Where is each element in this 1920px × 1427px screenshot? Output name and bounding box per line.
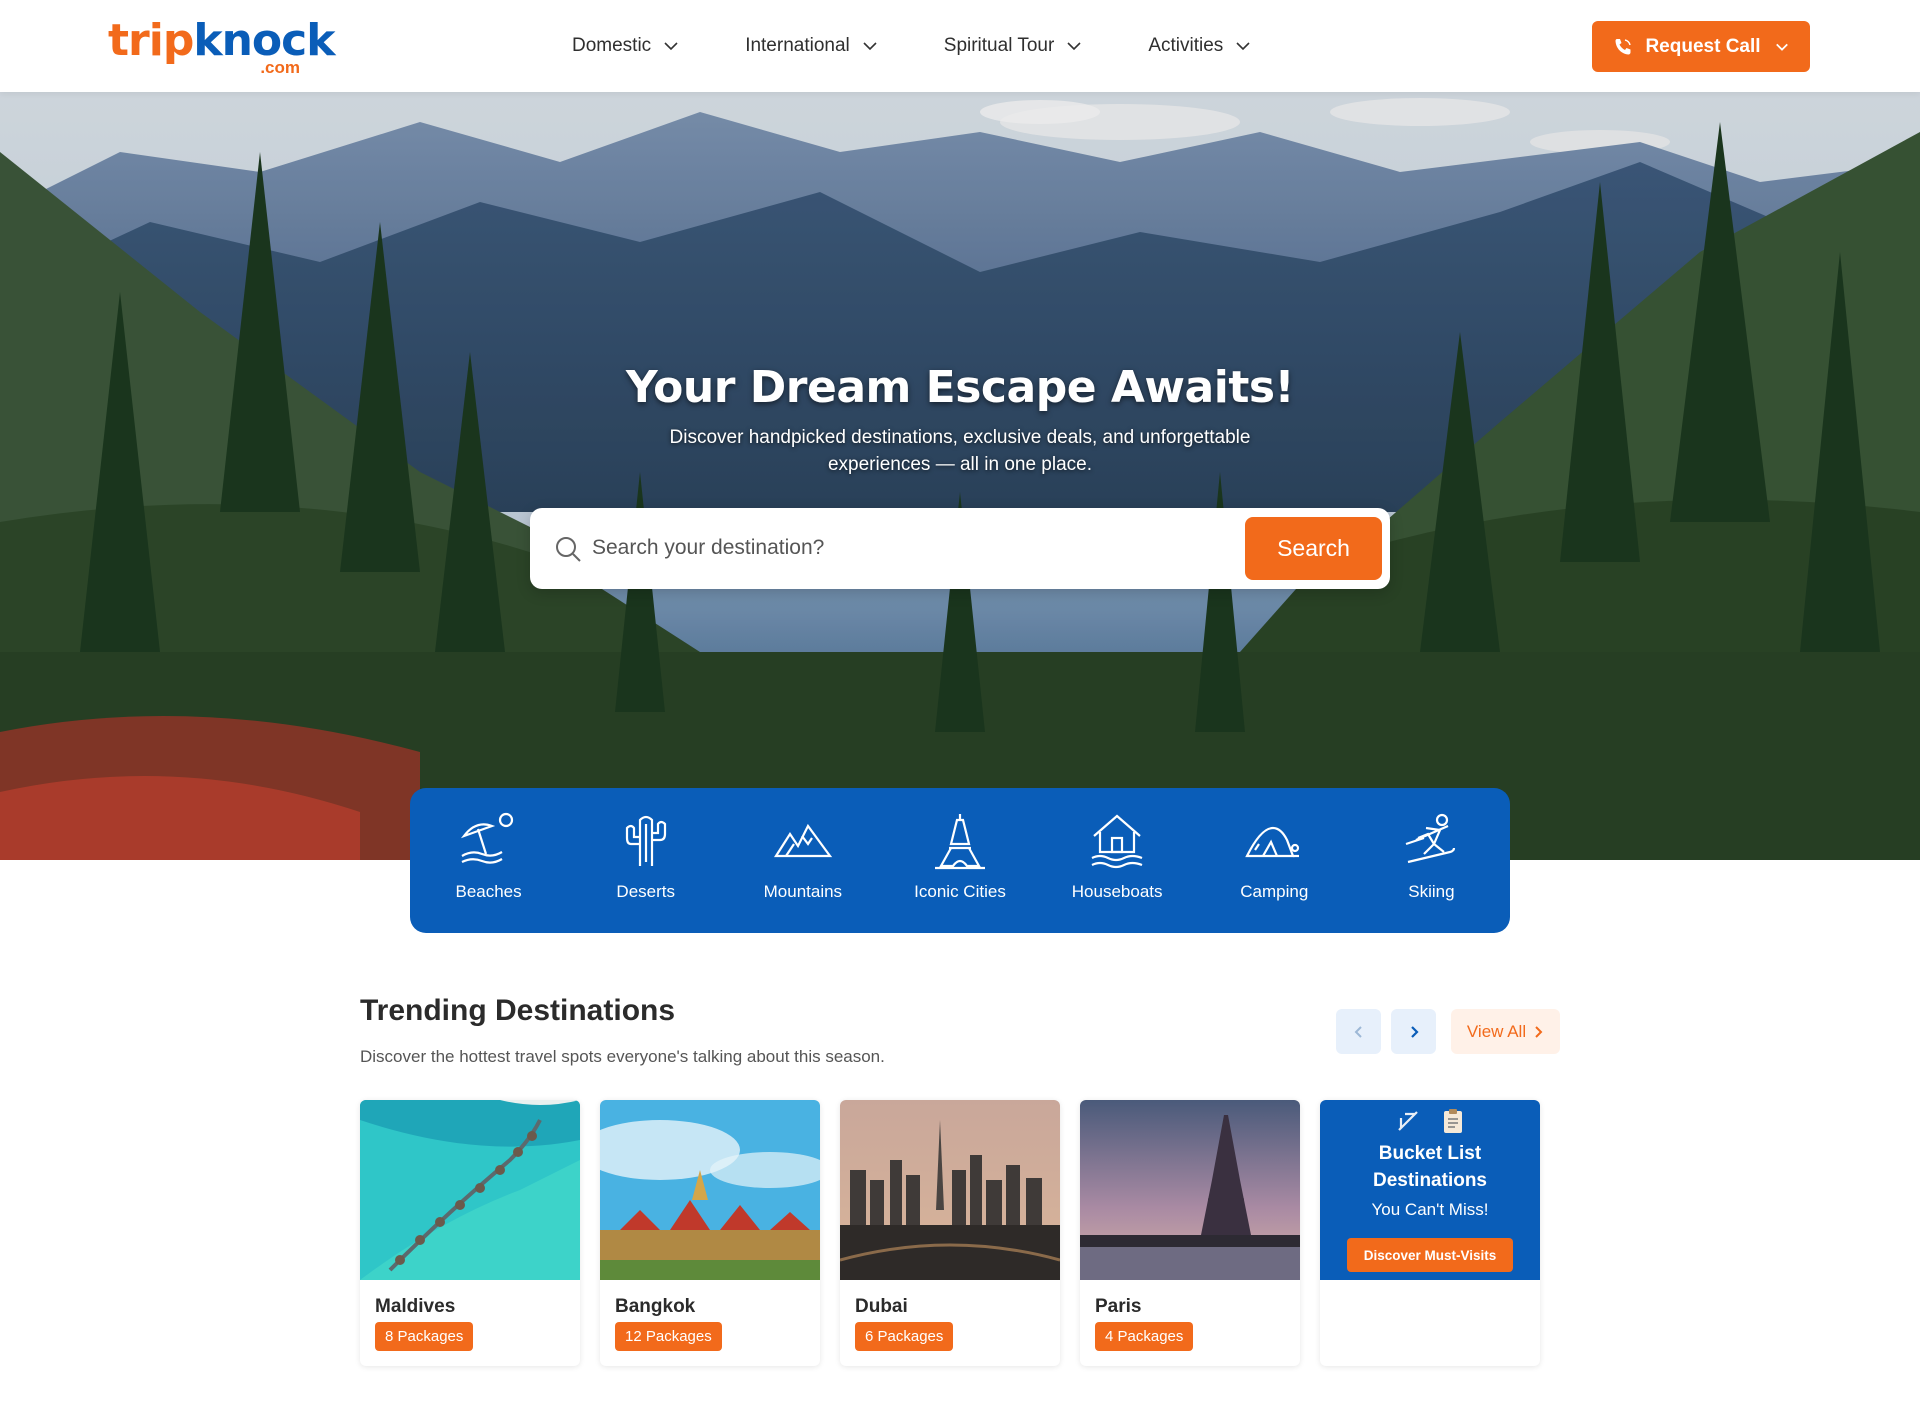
packages-badge: 6 Packages	[855, 1322, 954, 1351]
nav-activities[interactable]: Activities	[1148, 35, 1251, 57]
destination-card-maldives[interactable]: Maldives 8 Packages	[360, 1100, 580, 1366]
hero-subtitle: Discover handpicked destinations, exclus…	[669, 427, 1251, 475]
logo-suffix: .com	[260, 58, 300, 77]
bangkok-photo	[600, 1100, 820, 1280]
airplane-icon	[1398, 1111, 1418, 1131]
search-icon	[556, 537, 581, 562]
category-mountains[interactable]: Mountains	[724, 788, 881, 933]
packages-badge: 8 Packages	[375, 1322, 474, 1351]
chevron-down-icon	[1775, 43, 1788, 51]
packages-badge: 4 Packages	[1095, 1322, 1194, 1351]
tripknock-logo[interactable]: tripknock .com	[108, 15, 335, 78]
mountain-icon	[773, 823, 833, 858]
nav-international[interactable]: International	[745, 35, 878, 57]
beach-umbrella-icon	[460, 812, 513, 864]
bucket-list-title: Bucket List Destinations	[1320, 1140, 1540, 1194]
phone-icon	[1615, 38, 1632, 54]
site-header: tripknock .com Domestic International Sp…	[0, 0, 1920, 92]
category-label: Beaches	[455, 882, 522, 901]
destination-name: Maldives	[375, 1296, 456, 1317]
destination-search-input[interactable]	[592, 528, 1232, 568]
category-houseboats[interactable]: Houseboats	[1039, 788, 1196, 933]
chevron-down-icon	[1236, 42, 1250, 51]
nav-spiritual-tour[interactable]: Spiritual Tour	[944, 35, 1083, 57]
destination-name: Paris	[1095, 1296, 1142, 1317]
clipboard-icon	[1444, 1109, 1462, 1133]
category-bar: Beaches Deserts Mountains Iconic Cities …	[410, 788, 1510, 933]
destination-name: Bangkok	[615, 1296, 696, 1317]
view-all-label: View All	[1466, 1021, 1527, 1041]
destination-card-bangkok[interactable]: Bangkok 12 Packages	[600, 1100, 820, 1366]
main-nav: Domestic International Spiritual Tour Ac…	[572, 0, 1317, 92]
hero-banner: Your Dream Escape Awaits! Discover handp…	[0, 92, 1920, 860]
bucket-list-subtitle: You Can't Miss!	[1371, 1200, 1489, 1219]
destination-card-paris[interactable]: Paris 4 Packages	[1080, 1100, 1300, 1366]
category-skiing[interactable]: Skiing	[1353, 788, 1510, 933]
chevron-right-icon	[1410, 1025, 1419, 1038]
category-iconic-cities[interactable]: Iconic Cities	[881, 788, 1038, 933]
carousel-next-button[interactable]	[1391, 1009, 1436, 1054]
skier-icon	[1406, 813, 1456, 864]
category-label: Iconic Cities	[914, 882, 1006, 901]
destination-card-dubai[interactable]: Dubai 6 Packages	[840, 1100, 1060, 1366]
nav-label: Domestic	[572, 35, 652, 56]
chevron-right-icon	[1535, 1025, 1543, 1038]
bucket-title-line2: Destinations	[1372, 1170, 1488, 1191]
carousel-prev-button[interactable]	[1336, 1009, 1381, 1054]
bucket-title-line1: Bucket List	[1378, 1143, 1482, 1164]
bucket-list-card: Bucket List Destinations You Can't Miss! …	[1320, 1100, 1540, 1366]
packages-badge: 12 Packages	[615, 1322, 722, 1351]
eiffel-tower-icon	[934, 814, 985, 870]
cactus-icon	[625, 815, 666, 866]
category-label: Camping	[1240, 882, 1309, 901]
category-beaches[interactable]: Beaches	[410, 788, 567, 933]
nav-domestic[interactable]: Domestic	[572, 35, 679, 57]
destination-search-box: Search	[530, 508, 1390, 589]
chevron-down-icon	[863, 42, 877, 51]
category-label: Houseboats	[1071, 882, 1163, 901]
category-label: Mountains	[763, 882, 843, 901]
request-call-label: Request Call	[1645, 35, 1761, 57]
chevron-down-icon	[1067, 42, 1081, 51]
dubai-photo	[840, 1100, 1060, 1280]
chevron-left-icon	[1354, 1025, 1362, 1038]
trending-subtitle: Discover the hottest travel spots everyo…	[360, 1047, 885, 1066]
nav-label: Activities	[1148, 35, 1224, 56]
search-button[interactable]: Search	[1245, 517, 1382, 580]
category-label: Deserts	[616, 882, 675, 901]
paris-photo	[1080, 1100, 1300, 1280]
request-call-button[interactable]: Request Call	[1592, 21, 1810, 72]
maldives-photo	[360, 1100, 580, 1280]
category-deserts[interactable]: Deserts	[567, 788, 724, 933]
trending-title: Trending Destinations	[360, 994, 676, 1027]
discover-must-visits-button[interactable]: Discover Must-Visits	[1347, 1238, 1513, 1272]
destination-cards: Maldives 8 Packages Bangkok 12 Packages …	[360, 1100, 1540, 1366]
category-label: Skiing	[1408, 882, 1455, 901]
view-all-button[interactable]: View All	[1451, 1009, 1560, 1054]
nav-label: International	[745, 35, 850, 56]
chevron-down-icon	[664, 42, 678, 51]
logo-text-trip: trip	[108, 15, 194, 66]
tent-icon	[1245, 826, 1300, 858]
houseboat-icon	[1091, 814, 1143, 869]
destination-name: Dubai	[855, 1296, 908, 1317]
nav-label: Spiritual Tour	[943, 35, 1055, 56]
hero-title: Your Dream Escape Awaits!	[625, 362, 1295, 413]
category-camping[interactable]: Camping	[1196, 788, 1353, 933]
